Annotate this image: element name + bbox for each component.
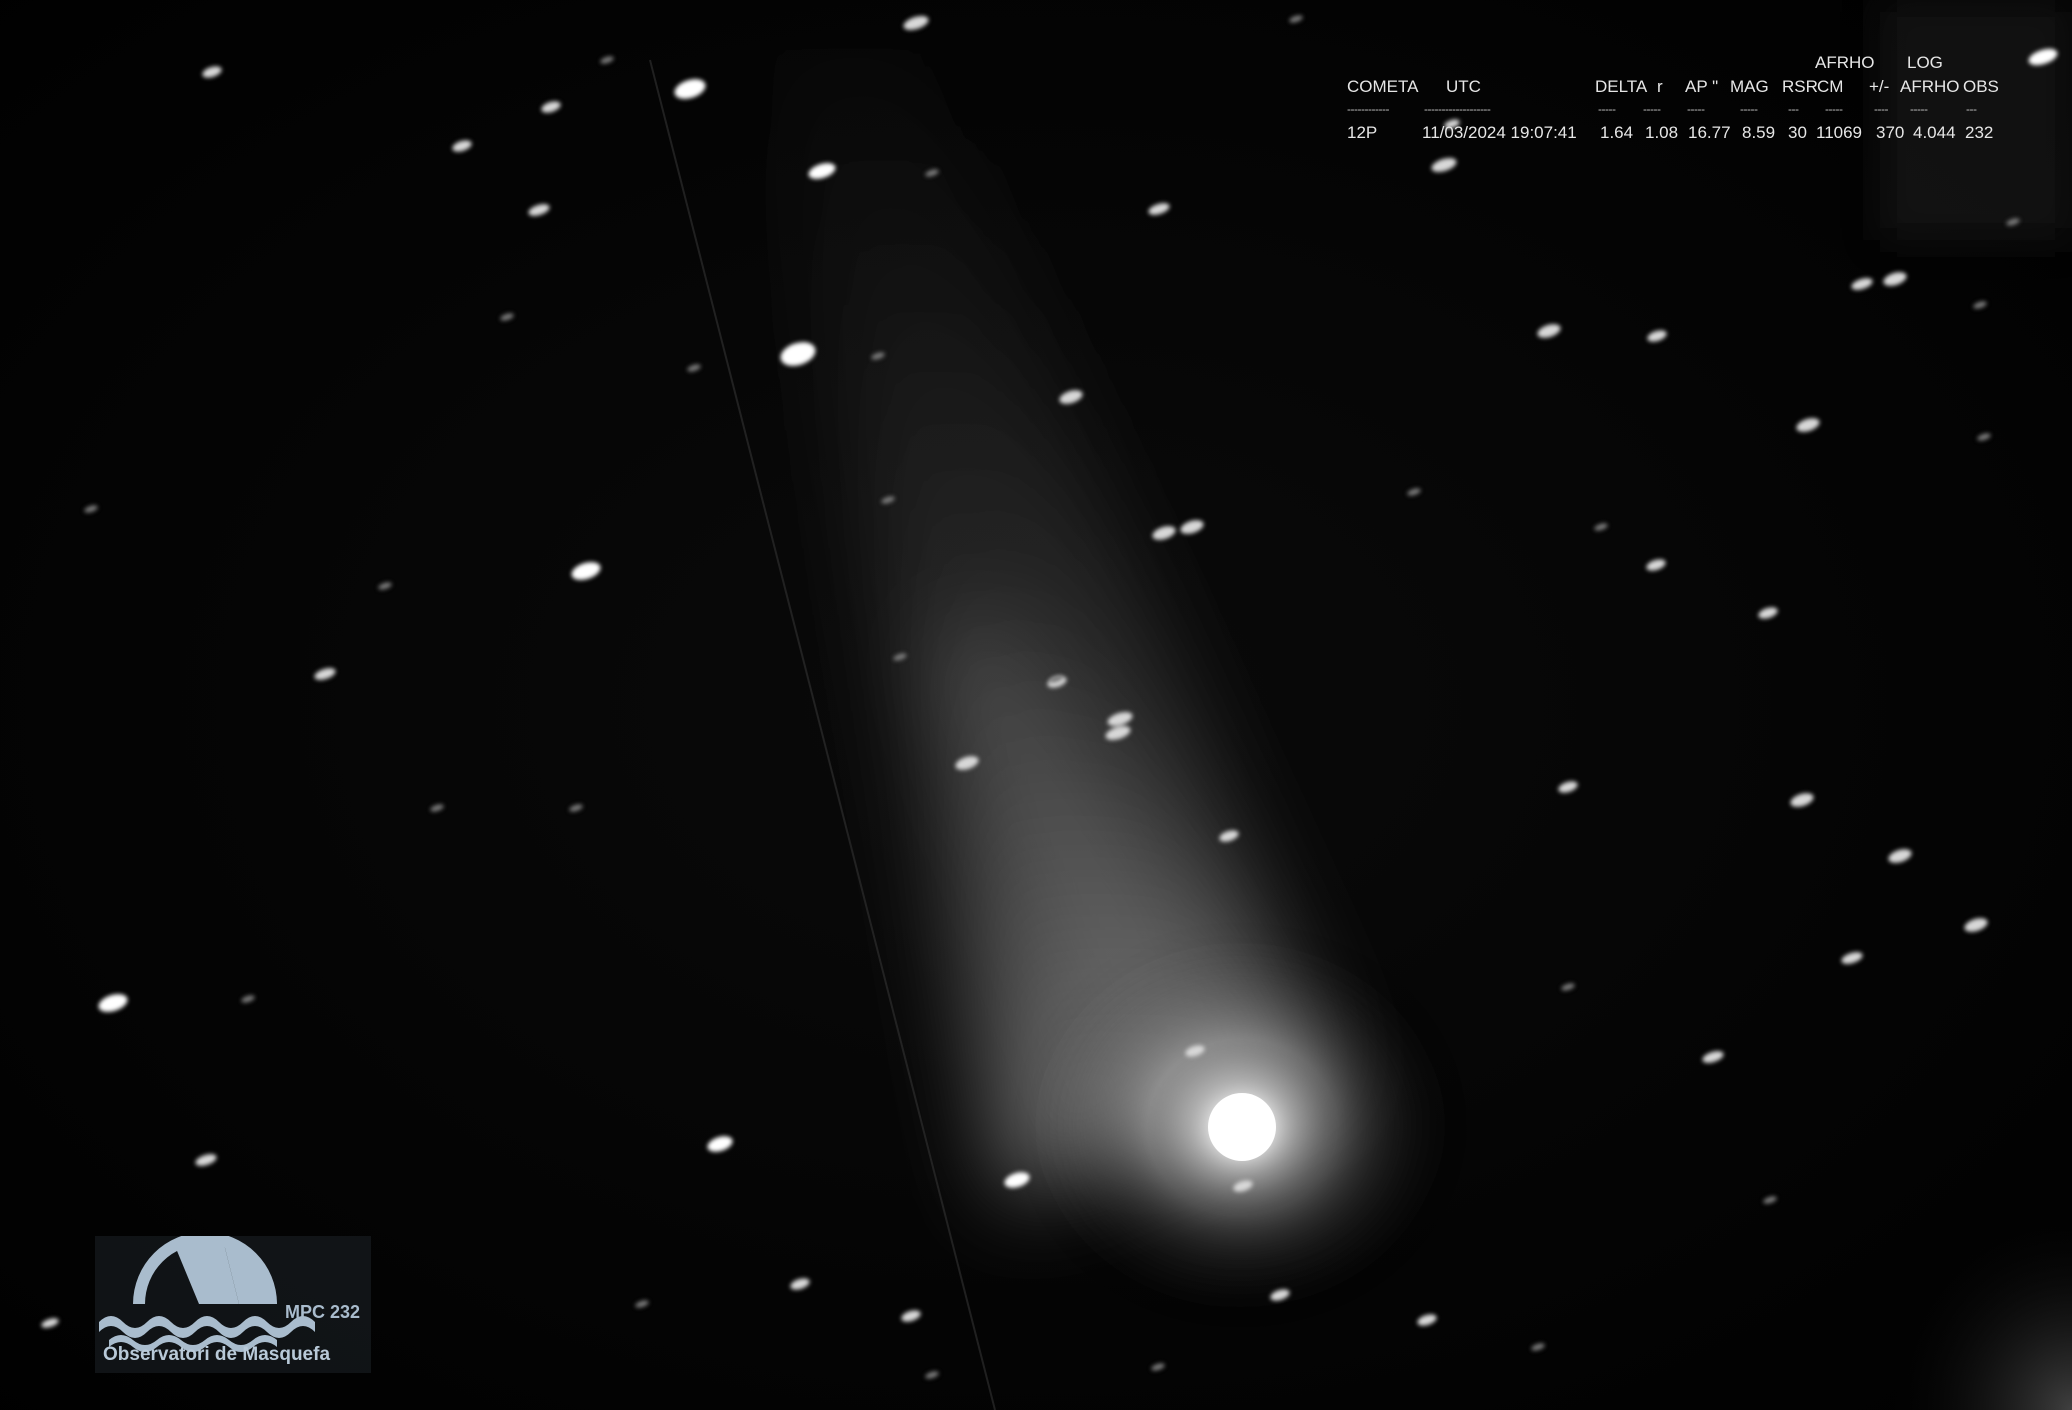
dash-obs: --- xyxy=(1966,102,1977,116)
observatory-logo: MPC 232 Observatori de Masquefa xyxy=(95,1236,371,1373)
dash-cm: ----- xyxy=(1825,102,1843,116)
value-log-afrho: 4.044 xyxy=(1913,123,1956,142)
dash-delta: ----- xyxy=(1598,102,1616,116)
value-cometa: 12P xyxy=(1347,123,1378,142)
header-utc: UTC xyxy=(1446,77,1481,96)
value-utc: 11/03/2024 19:07:41 xyxy=(1422,123,1577,142)
value-obs: 232 xyxy=(1965,123,1994,142)
header-rsr: RSR xyxy=(1782,77,1818,96)
value-mag: 8.59 xyxy=(1742,123,1776,142)
dash-utc: ------------------- xyxy=(1424,102,1491,116)
value-r: 1.08 xyxy=(1645,123,1679,142)
header-plus-minus: +/- xyxy=(1869,77,1890,96)
corner-glow xyxy=(1600,900,2072,1410)
header-delta: DELTA xyxy=(1595,77,1648,96)
measurement-table: AFRHO LOG COMETA UTC DELTA r AP " MAG RS… xyxy=(0,52,2072,152)
value-plus-minus: 370 xyxy=(1876,123,1905,142)
comet-image xyxy=(0,0,2072,1410)
header-ap: AP " xyxy=(1685,77,1719,96)
value-delta: 1.64 xyxy=(1600,123,1634,142)
value-rsr: 30 xyxy=(1788,123,1807,142)
dash-log-afrho: ----- xyxy=(1910,102,1928,116)
comet-nucleus xyxy=(1208,1093,1276,1161)
header-r: r xyxy=(1657,77,1663,96)
dash-rsr: --- xyxy=(1788,102,1799,116)
value-cm: 11069 xyxy=(1816,123,1863,142)
dash-plus-minus: ---- xyxy=(1874,102,1888,116)
header-afrho-top: AFRHO xyxy=(1815,53,1875,72)
logo-observatory-name: Observatori de Masquefa xyxy=(103,1344,331,1365)
header-cometa: COMETA xyxy=(1347,77,1419,96)
dash-mag: ----- xyxy=(1740,102,1758,116)
logo-mpc-code: MPC 232 xyxy=(285,1302,361,1322)
value-ap: 16.77 xyxy=(1688,123,1731,142)
dash-ap: ----- xyxy=(1687,102,1705,116)
header-mag: MAG xyxy=(1730,77,1769,96)
header-log-top: LOG xyxy=(1907,53,1943,72)
dash-r: ----- xyxy=(1643,102,1661,116)
header-cm: CM xyxy=(1817,77,1844,96)
header-obs: OBS xyxy=(1963,77,1999,96)
header-log-afrho: AFRHO xyxy=(1900,77,1960,96)
dash-cometa: ------------ xyxy=(1347,102,1389,116)
